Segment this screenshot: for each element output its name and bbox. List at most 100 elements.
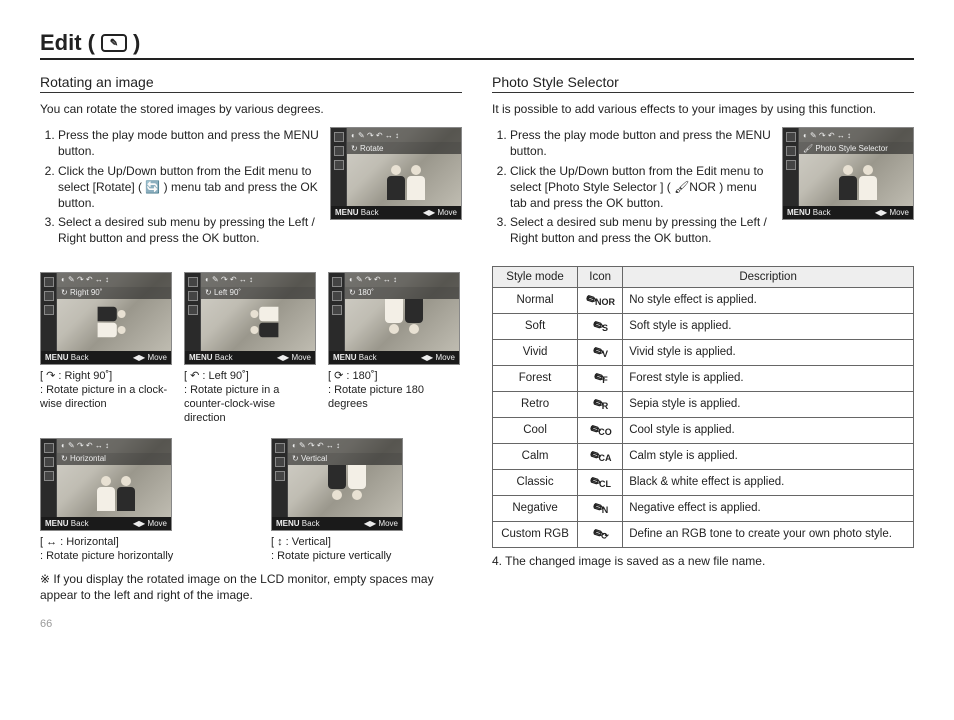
- cell-desc: Forest style is applied.: [623, 365, 914, 391]
- lcd-preview-rotate: ◐ ✎ ↷ ↶ ↔ ↕ ↻ Rotate MENU Back ◀▶ Move: [330, 127, 462, 220]
- cell-icon: ✎V: [578, 339, 623, 365]
- page-title: Edit ( ✎ ): [40, 30, 914, 60]
- th-mode: Style mode: [493, 266, 578, 287]
- thumb-caption: [ ↷ : Right 90˚] : Rotate picture in a c…: [40, 369, 174, 412]
- rotate-icon: ↻: [292, 454, 299, 463]
- cell-mode: Classic: [493, 469, 578, 495]
- lcd-move: Move: [889, 208, 909, 217]
- brush-icon: ✎: [588, 316, 607, 337]
- step: Select a desired sub menu by pressing th…: [58, 214, 320, 246]
- thumb-banner: Left 90˚: [214, 288, 241, 297]
- rotate-icon: ↻: [351, 144, 358, 153]
- cell-icon: ✎CA: [578, 443, 623, 469]
- step: Click the Up/Down button from the Edit m…: [510, 163, 772, 212]
- table-row: Retro ✎R Sepia style is applied.: [493, 391, 914, 417]
- thumb-item: ◐ ✎ ↷ ↶ ↔ ↕ ↻ Right 90˚ MENU Back ◀▶ Mov…: [40, 272, 174, 426]
- rotate-icon: ↻: [205, 288, 212, 297]
- style-table: Style mode Icon Description Normal ✎NOR …: [492, 266, 914, 548]
- th-desc: Description: [623, 266, 914, 287]
- thumb-move: Move: [378, 519, 398, 528]
- title-close: ): [133, 30, 140, 56]
- step: Select a desired sub menu by pressing th…: [510, 214, 772, 246]
- table-row: Vivid ✎V Vivid style is applied.: [493, 339, 914, 365]
- thumb-item: ◐ ✎ ↷ ↶ ↔ ↕ ↻ 180˚ MENU Back ◀▶ Move [ ⟳…: [328, 272, 462, 426]
- caption-line2: : Rotate picture in a clock-wise directi…: [40, 384, 167, 410]
- cell-icon: ✎S: [578, 313, 623, 339]
- cell-icon: ✎R: [578, 391, 623, 417]
- lcd-preview-style: ◐ ✎ ↷ ↶ ↔ ↕ 🖌 Photo Style Selector MENU …: [782, 127, 914, 220]
- table-row: Cool ✎CO Cool style is applied.: [493, 417, 914, 443]
- step: Click the Up/Down button from the Edit m…: [58, 163, 320, 212]
- lcd-thumb: ◐ ✎ ↷ ↶ ↔ ↕ ↻ Left 90˚ MENU Back ◀▶ Move: [184, 272, 316, 365]
- caption-line2: : Rotate picture 180 degrees: [328, 384, 424, 410]
- table-row: Soft ✎S Soft style is applied.: [493, 313, 914, 339]
- lcd-back: Back: [813, 208, 831, 217]
- cell-desc: Define an RGB tone to create your own ph…: [623, 521, 914, 547]
- brush-icon: ✎: [585, 446, 604, 467]
- brush-icon: ✎: [585, 420, 604, 441]
- brush-icon: ✎: [588, 498, 607, 519]
- table-row: Negative ✎N Negative effect is applied.: [493, 495, 914, 521]
- thumb-caption: [ ↕ : Vertical] : Rotate picture vertica…: [271, 535, 462, 564]
- thumb-banner: Vertical: [301, 454, 327, 463]
- brush-icon: ✎: [589, 368, 608, 389]
- thumb-move: Move: [147, 519, 167, 528]
- table-row: Normal ✎NOR No style effect is applied.: [493, 287, 914, 313]
- edit-palette-icon: ✎: [101, 34, 127, 52]
- th-icon: Icon: [578, 266, 623, 287]
- title-text: Edit (: [40, 30, 95, 56]
- table-row: Forest ✎F Forest style is applied.: [493, 365, 914, 391]
- caption-line1: [ ↕ : Vertical]: [271, 535, 462, 549]
- lcd-thumb: ◐ ✎ ↷ ↶ ↔ ↕ ↻ Right 90˚ MENU Back ◀▶ Mov…: [40, 272, 172, 365]
- thumb-move: Move: [291, 353, 311, 362]
- thumb-move: Move: [147, 353, 167, 362]
- cell-desc: Soft style is applied.: [623, 313, 914, 339]
- steps-style: Press the play mode button and press the…: [492, 127, 772, 249]
- cell-mode: Soft: [493, 313, 578, 339]
- cell-desc: Vivid style is applied.: [623, 339, 914, 365]
- caption-line2: : Rotate picture in a counter-clock-wise…: [184, 384, 279, 425]
- cell-icon: ✎NOR: [578, 287, 623, 313]
- brush-icon: 🖌: [803, 144, 813, 153]
- thumb-item: ◐ ✎ ↷ ↶ ↔ ↕ ↻ Horizontal MENU Back ◀▶ Mo…: [40, 438, 231, 564]
- thumb-back: Back: [302, 519, 320, 528]
- cell-icon: ✎N: [578, 495, 623, 521]
- cell-mode: Vivid: [493, 339, 578, 365]
- cell-desc: Cool style is applied.: [623, 417, 914, 443]
- cell-mode: Cool: [493, 417, 578, 443]
- lcd-thumb: ◐ ✎ ↷ ↶ ↔ ↕ ↻ Horizontal MENU Back ◀▶ Mo…: [40, 438, 172, 531]
- right-column: Photo Style Selector It is possible to a…: [492, 74, 914, 630]
- thumb-row-2: ◐ ✎ ↷ ↶ ↔ ↕ ↻ Horizontal MENU Back ◀▶ Mo…: [40, 438, 462, 564]
- caption-line2: : Rotate picture horizontally: [40, 550, 173, 562]
- caption-line1: [ ↔ : Horizontal]: [40, 535, 231, 549]
- brush-icon: ✎: [585, 472, 604, 493]
- thumb-banner: 180˚: [358, 288, 374, 297]
- lcd-back: Back: [361, 208, 379, 217]
- cell-desc: Sepia style is applied.: [623, 391, 914, 417]
- lcd-thumb: ◐ ✎ ↷ ↶ ↔ ↕ ↻ 180˚ MENU Back ◀▶ Move: [328, 272, 460, 365]
- table-row: Custom RGB ✎⟳ Define an RGB tone to crea…: [493, 521, 914, 547]
- brush-icon: ✎: [588, 524, 607, 545]
- rotate-icon: ↻: [349, 288, 356, 297]
- lcd-banner: Rotate: [360, 144, 384, 153]
- cell-mode: Custom RGB: [493, 521, 578, 547]
- intro-rotate: You can rotate the stored images by vari…: [40, 101, 462, 117]
- left-column: Rotating an image You can rotate the sto…: [40, 74, 462, 630]
- step: Press the play mode button and press the…: [510, 127, 772, 159]
- thumb-back: Back: [71, 353, 89, 362]
- cell-desc: Black & white effect is applied.: [623, 469, 914, 495]
- step: Press the play mode button and press the…: [58, 127, 320, 159]
- cell-desc: No style effect is applied.: [623, 287, 914, 313]
- thumb-item: ◐ ✎ ↷ ↶ ↔ ↕ ↻ Vertical MENU Back ◀▶ Move…: [271, 438, 462, 564]
- cell-mode: Retro: [493, 391, 578, 417]
- lcd-thumb: ◐ ✎ ↷ ↶ ↔ ↕ ↻ Vertical MENU Back ◀▶ Move: [271, 438, 403, 531]
- cell-icon: ✎CO: [578, 417, 623, 443]
- thumb-caption: [ ↶ : Left 90˚] : Rotate picture in a co…: [184, 369, 318, 426]
- thumb-item: ◐ ✎ ↷ ↶ ↔ ↕ ↻ Left 90˚ MENU Back ◀▶ Move…: [184, 272, 318, 426]
- cell-icon: ✎⟳: [578, 521, 623, 547]
- lcd-banner: Photo Style Selector: [815, 144, 887, 153]
- brush-icon: ✎: [581, 290, 600, 311]
- closing: 4. The changed image is saved as a new f…: [492, 554, 914, 568]
- subhead-rotate: Rotating an image: [40, 74, 462, 93]
- table-row: Classic ✎CL Black & white effect is appl…: [493, 469, 914, 495]
